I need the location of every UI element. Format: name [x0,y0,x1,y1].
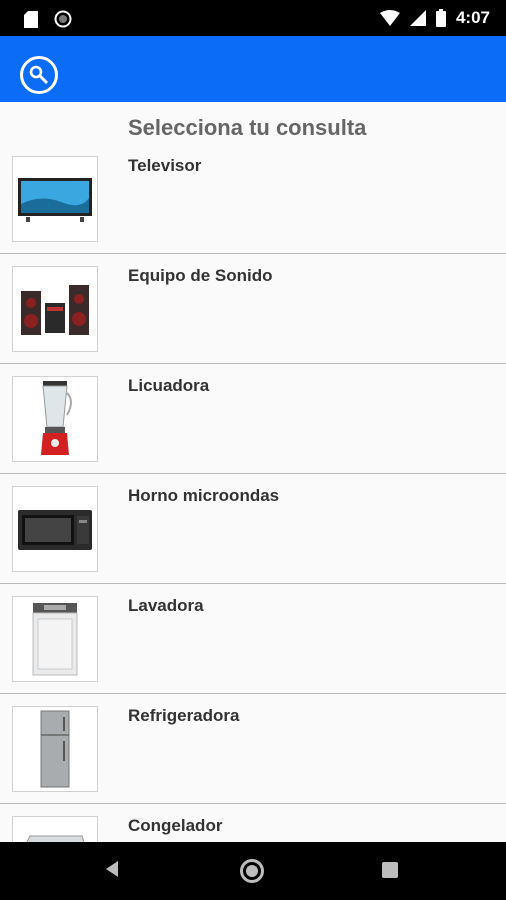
app-bar [0,36,506,102]
back-icon[interactable] [104,860,120,878]
list-item-horno-microondas[interactable]: Horno microondas [0,474,506,584]
home-icon-dot [246,865,258,877]
blender-icon [41,381,72,455]
list-item-lavadora[interactable]: Lavadora [0,584,506,694]
thumbnail [12,266,98,352]
navigation-bar [0,842,506,900]
list-item-televisor[interactable]: Televisor [0,144,506,254]
freezer-icon [26,835,85,842]
item-label: Televisor [128,156,202,175]
item-label: Equipo de Sonido [128,266,273,285]
status-left [24,10,72,28]
thumbnail [12,156,98,242]
home-icon[interactable] [240,859,264,883]
thumbnail [12,486,98,572]
thumbnail [12,596,98,682]
item-label: Refrigeradora [128,706,240,725]
status-right: 4:07 [379,8,490,28]
item-label: Licuadora [128,376,210,395]
list-item-licuadora[interactable]: Licuadora [0,364,506,474]
signal-icon [409,10,426,26]
item-label: Lavadora [128,596,204,615]
thumbnail [12,816,98,842]
battery-icon [435,9,446,27]
speakers-icon [21,285,89,335]
recent-apps-icon[interactable] [382,862,398,878]
washing-machine-icon [32,603,78,676]
circle-notification-icon [54,10,72,28]
item-label: Congelador [128,816,223,835]
page-title: Selecciona tu consulta [128,115,367,140]
microwave-icon [18,510,92,550]
list-item-congelador[interactable]: Congelador [0,804,506,842]
appliance-list: Televisor Equipo de Sonido Licuadora Hor… [0,144,506,842]
search-key-button[interactable] [20,56,58,94]
main-content: Selecciona tu consulta Televisor Equipo … [0,102,506,842]
status-time: 4:07 [455,8,490,27]
refrigerator-icon [40,710,70,788]
thumbnail [12,376,98,462]
list-item-refrigeradora[interactable]: Refrigeradora [0,694,506,804]
tv-icon [18,178,92,222]
list-item-equipo-de-sonido[interactable]: Equipo de Sonido [0,254,506,364]
search-key-icon [29,65,49,85]
thumbnail [12,706,98,792]
item-label: Horno microondas [128,486,280,505]
status-bar: 4:07 [0,0,506,36]
sd-card-icon [24,10,38,28]
wifi-icon [379,10,400,26]
